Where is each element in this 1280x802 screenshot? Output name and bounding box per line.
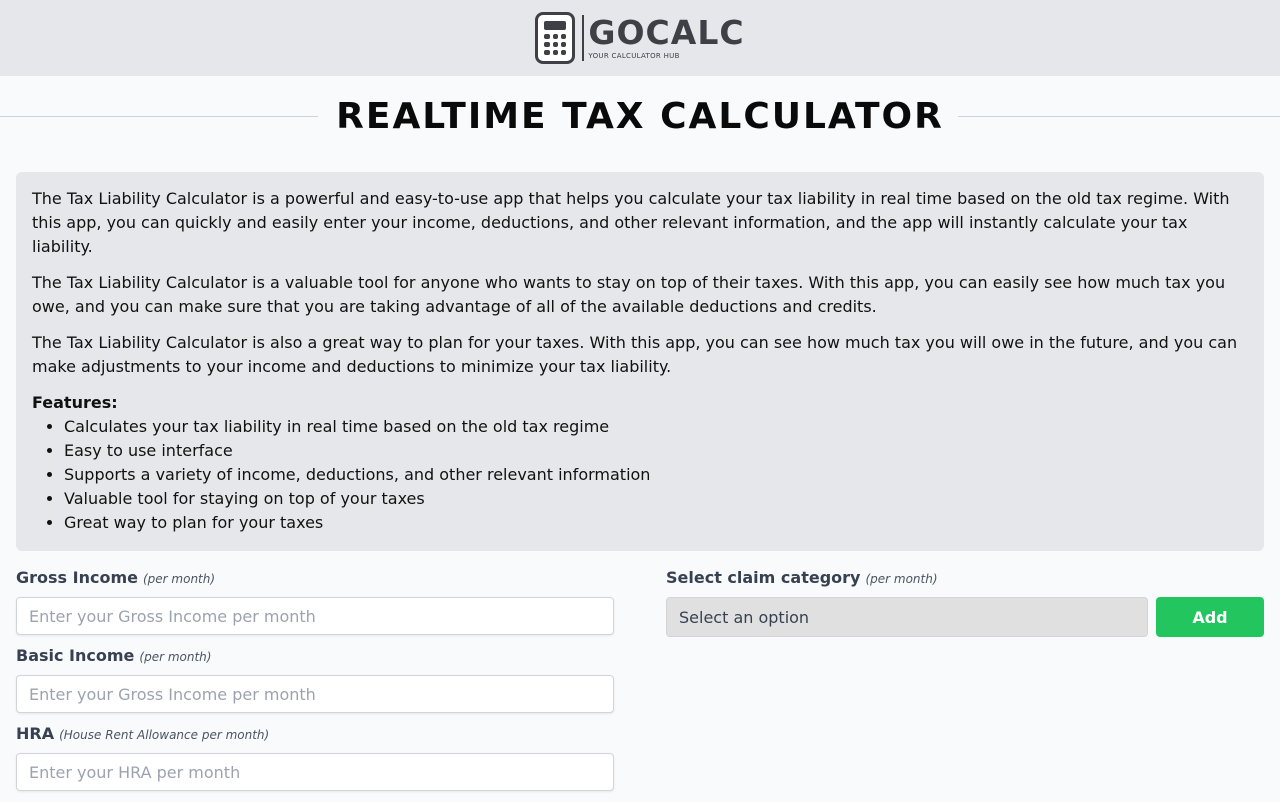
gross-income-input[interactable]: [16, 597, 614, 635]
income-column: Gross Income (per month) Basic Income (p…: [16, 568, 614, 802]
calculator-icon: [535, 12, 576, 64]
description-panel: The Tax Liability Calculator is a powerf…: [16, 172, 1264, 551]
hra-field: HRA (House Rent Allowance per month): [16, 724, 614, 791]
logo-tagline: YOUR CALCULATOR HUB: [588, 52, 680, 60]
basic-income-input[interactable]: [16, 675, 614, 713]
title-row: REALTIME TAX CALCULATOR: [0, 76, 1280, 156]
basic-income-hint: (per month): [139, 650, 212, 664]
description-paragraph: The Tax Liability Calculator is also a g…: [32, 333, 1238, 376]
gross-income-hint: (per month): [142, 572, 216, 586]
logo-divider: [582, 15, 585, 61]
top-bar: GOCALC YOUR CALCULATOR HUB: [0, 0, 1280, 76]
logo[interactable]: GOCALC YOUR CALCULATOR HUB: [535, 12, 744, 64]
page-title: REALTIME TAX CALCULATOR: [318, 95, 962, 137]
claim-category-label: Select claim category: [666, 568, 861, 587]
hra-label: HRA: [16, 724, 55, 743]
features-list: Calculates your tax liability in real ti…: [32, 415, 1248, 535]
claims-column: Select claim category (per month) Select…: [666, 568, 1264, 802]
tax-form: Gross Income (per month) Basic Income (p…: [0, 568, 1280, 802]
title-divider-left: [0, 116, 322, 117]
hra-input[interactable]: [16, 753, 614, 791]
feature-item: Supports a variety of income, deductions…: [64, 463, 1248, 487]
logo-text: GOCALC YOUR CALCULATOR HUB: [588, 13, 745, 61]
basic-income-label: Basic Income: [16, 646, 135, 665]
feature-item: Calculates your tax liability in real ti…: [64, 415, 1248, 439]
basic-income-field: Basic Income (per month): [16, 646, 614, 713]
gross-income-field: Gross Income (per month): [16, 568, 614, 635]
claim-category-selected: Select an option: [679, 607, 810, 627]
feature-item: Easy to use interface: [64, 439, 1248, 463]
description-paragraph: The Tax Liability Calculator is a valuab…: [32, 273, 1226, 316]
hra-hint: (House Rent Allowance per month): [59, 728, 270, 742]
feature-item: Valuable tool for staying on top of your…: [64, 487, 1248, 511]
title-divider-right: [958, 116, 1280, 117]
claim-category-hint: (per month): [865, 572, 938, 586]
features-title: Features:: [32, 393, 118, 412]
claim-category-select[interactable]: Select an option: [666, 597, 1148, 637]
gross-income-label: Gross Income: [16, 568, 138, 587]
add-claim-button[interactable]: Add: [1156, 597, 1264, 637]
description-paragraph: The Tax Liability Calculator is a powerf…: [32, 189, 1230, 256]
logo-name: GOCALC: [588, 13, 745, 52]
feature-item: Great way to plan for your taxes: [64, 511, 1248, 535]
